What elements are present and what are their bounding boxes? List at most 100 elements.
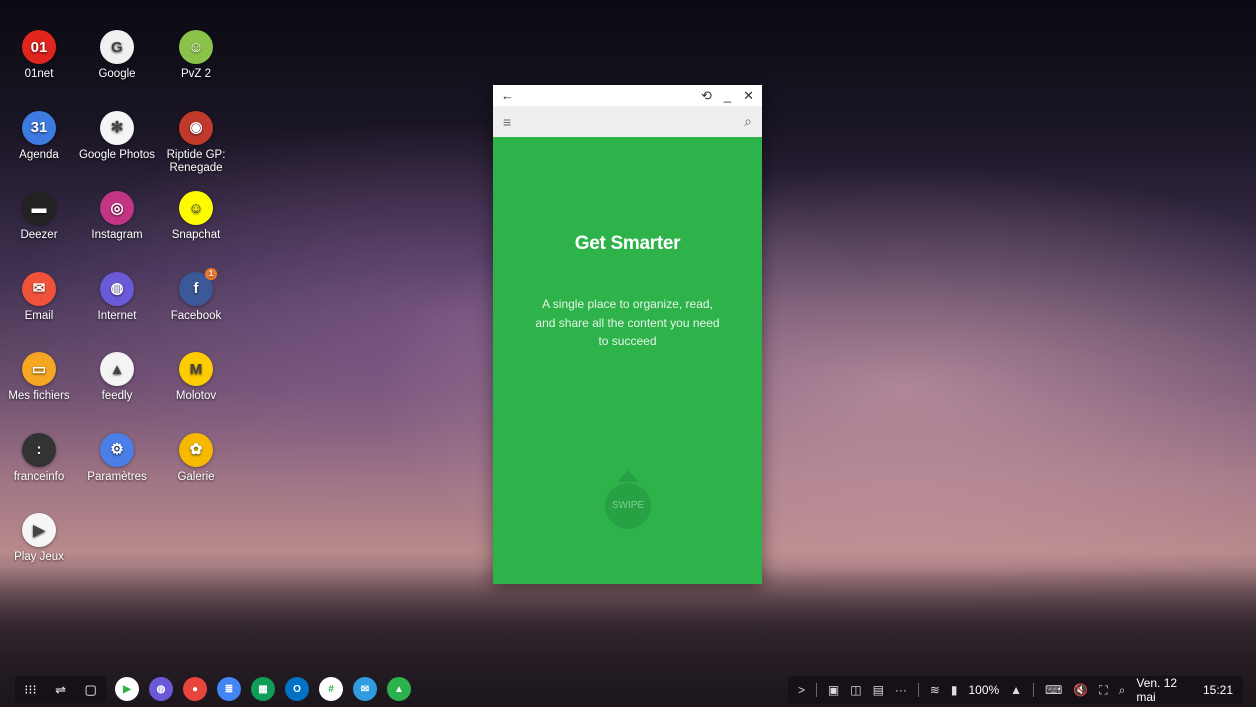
01net-icon: 01 [22, 30, 56, 64]
minimize-icon[interactable]: _ [724, 88, 731, 103]
dock-outlook-icon[interactable]: O [285, 677, 309, 701]
close-icon[interactable]: ✕ [743, 88, 754, 104]
desktop-icon-label: Play Jeux [14, 551, 64, 563]
divider [1033, 683, 1034, 697]
app-drawer-icon[interactable]: ⁝⁝⁝ [24, 682, 36, 698]
google-icon: G [100, 30, 134, 64]
desktop-icon-label: franceinfo [13, 470, 65, 483]
param-tres-icon: ⚙ [100, 432, 134, 467]
desktop-icon-instagram[interactable]: ◎ Instagram [77, 191, 157, 242]
desktop-icon-google-photos[interactable]: ✻ Google Photos [77, 110, 157, 162]
desktop-icon-pvz-2[interactable]: ☺ PvZ 2 [156, 30, 236, 81]
desktop-icon-riptide-gp-renegade[interactable]: ◉ Riptide GP: Renegade [156, 110, 236, 175]
home-icon[interactable]: ▢ [84, 682, 96, 698]
date-label: Ven. 12 mai [1136, 676, 1178, 704]
desktop-icon-feedly[interactable]: ▲ feedly [77, 352, 157, 403]
play-jeux-icon: ▶ [22, 513, 56, 547]
feedly-window: ← ⟲ _ ✕ ≡ ⌕ Get Smarter A single place t… [493, 85, 762, 584]
desktop-icon-label: Internet [97, 309, 137, 322]
briefcase-icon[interactable]: ▤ [873, 683, 884, 697]
swipe-button[interactable]: SWIPE [605, 483, 651, 529]
dock-feedly-icon[interactable]: ▲ [387, 677, 411, 701]
rotate-icon[interactable]: ⟲ [701, 88, 712, 104]
desktop-icon-label: Deezer [20, 229, 58, 241]
dock-google-docs-icon[interactable]: ≣ [217, 677, 241, 701]
signal-icon: ▮ [950, 683, 958, 697]
desktop-icon-01net[interactable]: 01 01net [0, 30, 79, 81]
desktop-icon-google[interactable]: G Google [77, 30, 157, 81]
desktop-icon-molotov[interactable]: M Molotov [156, 352, 236, 403]
desktop-icon-label: Instagram [91, 229, 143, 241]
notification-badge: 1 [205, 267, 217, 280]
desktop-icon-facebook[interactable]: f 1 Facebook [156, 267, 236, 323]
search-icon[interactable]: ⌕ [744, 113, 752, 130]
dock-play-store-icon[interactable]: ▶ [115, 677, 139, 701]
desktop-icon-param-tres[interactable]: ⚙ Paramètres [77, 432, 157, 484]
stack-icon[interactable]: ◫ [850, 683, 861, 697]
desktop-icon-label: Riptide GP: Renegade [166, 148, 226, 174]
instagram-icon: ◎ [100, 191, 134, 225]
navigation-bar: ⁝⁝⁝ ⇌ ▢ [15, 676, 106, 703]
swipe-up-arrow-icon [617, 470, 639, 482]
dock-mail-icon[interactable]: ✉ [353, 677, 377, 701]
system-tray: > ▣ ◫ ▤ ··· ≋ ▮ 100% ▲ ⌨ 🔇 ⛶ ⌕ Ven. 12 m… [788, 676, 1243, 704]
pvz-2-icon: ☺ [179, 30, 213, 64]
divider [917, 683, 919, 697]
battery-level: 100% [968, 683, 1000, 697]
divider [816, 683, 817, 697]
desktop-icon-internet[interactable]: ◍ Internet [77, 271, 157, 323]
desktop-icon-label: Paramètres [87, 470, 147, 483]
desktop-icon-deezer[interactable]: ▬ Deezer [0, 191, 79, 242]
window-titlebar: ← ⟲ _ ✕ [493, 85, 762, 106]
desktop-icon-mes-fichiers[interactable]: ▭ Mes fichiers [0, 352, 79, 403]
dock-google-sheets-icon[interactable]: ▦ [251, 677, 275, 701]
desktop-icon-label: Email [24, 309, 54, 322]
recent-apps-icon[interactable]: ⇌ [55, 682, 66, 698]
molotov-icon: M [179, 352, 213, 386]
screenshot-icon[interactable]: ⛶ [1099, 683, 1107, 698]
galerie-icon: ✿ [179, 432, 213, 467]
desktop-icon-agenda[interactable]: 31 Agenda [0, 110, 79, 162]
email-icon: ✉ [22, 271, 56, 306]
dock-slack-icon[interactable]: # [319, 677, 343, 701]
facebook-icon: f1 [179, 267, 217, 306]
onboarding-headline: Get Smarter [574, 233, 681, 254]
deezer-icon: ▬ [22, 191, 56, 225]
desktop-icon-label: Galerie [177, 470, 215, 483]
back-arrow-icon[interactable]: ← [501, 88, 514, 103]
dock-chrome-icon[interactable]: ● [183, 677, 207, 701]
desktop-icon-label: Mes fichiers [8, 390, 70, 402]
desktop-icon-label: Snapchat [171, 229, 221, 241]
app-toolbar: ≡ ⌕ [493, 106, 762, 137]
expand-chevron-icon[interactable]: > [798, 683, 805, 697]
desktop-icon-franceinfo[interactable]: : franceinfo [0, 432, 79, 484]
google-photos-icon: ✻ [100, 110, 134, 145]
desktop-icon-label: Facebook [170, 309, 222, 322]
feedly-icon: ▲ [100, 352, 134, 386]
time-label: 15:21 [1202, 683, 1233, 697]
desktop-icon-label: Agenda [19, 148, 59, 161]
up-arrow-icon[interactable]: ▲ [1010, 683, 1022, 697]
tray-search-icon[interactable]: ⌕ [1119, 683, 1126, 698]
onboarding-panel[interactable]: Get Smarter A single place to organize, … [493, 137, 762, 584]
more-icon[interactable]: ··· [895, 683, 907, 697]
desktop-icon-galerie[interactable]: ✿ Galerie [156, 432, 236, 484]
gallery-icon[interactable]: ▣ [828, 683, 839, 697]
desktop-icon-label: feedly [101, 390, 133, 402]
desktop-icon-label: Google [98, 68, 136, 80]
wifi-icon: ≋ [929, 683, 940, 697]
taskbar-dock: ▶ ◍ ● ≣ ▦ O # ✉ ▲ [115, 677, 411, 701]
agenda-icon: 31 [22, 110, 56, 145]
desktop-icon-label: 01net [24, 68, 54, 80]
riptide-gp-renegade-icon: ◉ [179, 110, 213, 145]
desktop-icon-email[interactable]: ✉ Email [0, 271, 79, 323]
hamburger-menu-icon[interactable]: ≡ [503, 114, 511, 130]
desktop-icon-label: PvZ 2 [180, 68, 212, 80]
dock-internet-icon[interactable]: ◍ [149, 677, 173, 701]
desktop-icon-snapchat[interactable]: ☺ Snapchat [156, 191, 236, 242]
desktop-icon-play-jeux[interactable]: ▶ Play Jeux [0, 513, 79, 564]
onboarding-tagline: A single place to organize, read, and sh… [535, 297, 720, 348]
mute-icon[interactable]: 🔇 [1073, 683, 1088, 697]
desktop-icon-label: Google Photos [78, 148, 156, 161]
keyboard-icon[interactable]: ⌨ [1045, 683, 1062, 697]
